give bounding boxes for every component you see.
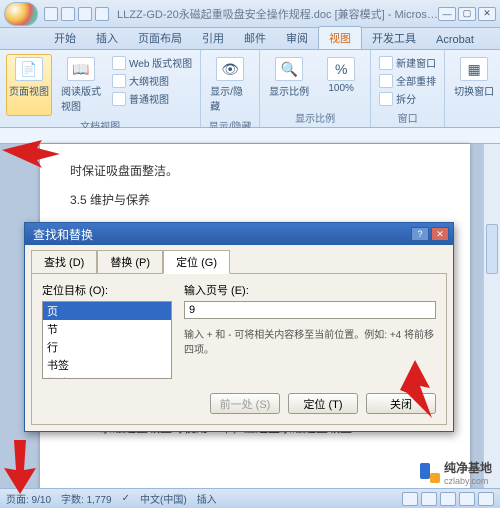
arrange-icon (379, 74, 393, 88)
newwin-button[interactable]: 新建窗口 (377, 54, 438, 71)
find-replace-dialog: 查找和替换 ? ✕ 查找 (D) 替换 (P) 定位 (G) 定位目标 (O):… (24, 222, 454, 432)
view-draft-icon[interactable] (478, 492, 494, 506)
showhide-label: 显示/隐藏 (210, 83, 250, 113)
reading-view-label: 阅读版式视图 (61, 83, 101, 113)
tab-mail[interactable]: 邮件 (234, 27, 276, 49)
outline-button[interactable]: 大纲视图 (110, 72, 194, 89)
showhide-button[interactable]: 👁 显示/隐藏 (207, 54, 253, 116)
goto-target-listbox[interactable]: 页 节 行 书签 批注 脚注 (42, 301, 172, 379)
status-bar: 页面: 9/10 字数: 1,779 ✓ 中文(中国) 插入 (0, 488, 500, 508)
group-zoom-label: 显示比例 (266, 108, 364, 125)
split-icon (379, 92, 393, 106)
status-check[interactable]: ✓ (122, 493, 130, 504)
hundred-label: 100% (328, 83, 354, 94)
doc-line-2: 3.5 维护与保养 (70, 189, 440, 212)
group-window-label: 窗口 (377, 108, 438, 125)
status-language[interactable]: 中文(中国) (140, 491, 187, 506)
tab-start[interactable]: 开始 (44, 27, 86, 49)
vertical-scrollbar[interactable] (483, 144, 500, 488)
watermark-brand: 纯净基地 (444, 459, 492, 476)
dialog-close-button[interactable]: ✕ (431, 227, 449, 241)
dlg-tab-goto[interactable]: 定位 (G) (163, 250, 230, 274)
list-item-page[interactable]: 页 (43, 302, 171, 320)
switch-window-label: 切换窗口 (454, 83, 494, 98)
qat-undo-icon[interactable] (61, 7, 75, 21)
view-web-icon[interactable] (440, 492, 456, 506)
split-button[interactable]: 拆分 (377, 90, 438, 107)
switch-window-button[interactable]: ▦ 切换窗口 (451, 54, 497, 101)
showhide-icon: 👁 (216, 57, 244, 81)
view-fullscreen-icon[interactable] (421, 492, 437, 506)
dialog-title: 查找和替换 (33, 226, 93, 243)
ribbon: 📄 页面视图 📖 阅读版式视图 Web 版式视图 大纲视图 普通视图 文档视图 … (0, 50, 500, 128)
list-item-section[interactable]: 节 (43, 320, 171, 338)
quick-access-toolbar (44, 7, 109, 21)
dlg-tab-find[interactable]: 查找 (D) (31, 250, 97, 274)
scrollbar-thumb[interactable] (486, 224, 498, 274)
tab-view[interactable]: 视图 (318, 26, 362, 49)
status-words[interactable]: 字数: 1,779 (61, 491, 112, 506)
horizontal-ruler[interactable] (0, 128, 500, 144)
doc-line-1: 时保证吸盘面整洁。 (70, 160, 440, 183)
hundred-icon: % (327, 57, 355, 81)
outline-icon (112, 74, 126, 88)
list-item-bookmark[interactable]: 书签 (43, 356, 171, 374)
tab-layout[interactable]: 页面布局 (128, 27, 192, 49)
arrange-button[interactable]: 全部重排 (377, 72, 438, 89)
page-number-label: 输入页号 (E): (184, 282, 436, 298)
qat-more-icon[interactable] (95, 7, 109, 21)
zoom-button[interactable]: 🔍 显示比例 (266, 54, 312, 101)
goto-button[interactable]: 定位 (T) (288, 393, 358, 414)
tab-insert[interactable]: 插入 (86, 27, 128, 49)
maximize-button[interactable]: ▢ (458, 7, 476, 21)
status-page[interactable]: 页面: 9/10 (6, 491, 51, 506)
dialog-help-button[interactable]: ? (411, 227, 429, 241)
normal-view-icon (112, 92, 126, 106)
tab-acrobat[interactable]: Acrobat (426, 31, 484, 49)
dlg-tab-replace[interactable]: 替换 (P) (97, 250, 163, 274)
switch-window-icon: ▦ (460, 57, 488, 81)
window-title: LLZZ-GD-20永磁起重吸盘安全操作规程.doc [兼容模式] - Micr… (117, 6, 438, 22)
web-layout-button[interactable]: Web 版式视图 (110, 54, 194, 71)
close-dialog-button[interactable]: 关闭 (366, 393, 436, 414)
goto-hint-text: 输入 + 和 - 可将相关内容移至当前位置。例如: +4 将前移四项。 (184, 326, 436, 356)
qat-redo-icon[interactable] (78, 7, 92, 21)
normal-view-button[interactable]: 普通视图 (110, 90, 194, 107)
reading-view-button[interactable]: 📖 阅读版式视图 (58, 54, 104, 116)
zoom-label: 显示比例 (269, 83, 309, 98)
tab-ref[interactable]: 引用 (192, 27, 234, 49)
status-mode[interactable]: 插入 (197, 491, 217, 506)
zoom-icon: 🔍 (275, 57, 303, 81)
web-layout-icon (112, 56, 126, 70)
page-view-button[interactable]: 📄 页面视图 (6, 54, 52, 116)
page-number-input[interactable] (184, 301, 436, 319)
office-button[interactable] (4, 2, 38, 26)
close-button[interactable]: ✕ (478, 7, 496, 21)
watermark-url: czlaby.com (444, 476, 492, 486)
qat-save-icon[interactable] (44, 7, 58, 21)
tab-review[interactable]: 审阅 (276, 27, 318, 49)
view-print-layout-icon[interactable] (402, 492, 418, 506)
newwin-icon (379, 56, 393, 70)
page-view-icon: 📄 (15, 57, 43, 81)
page-view-label: 页面视图 (9, 83, 49, 98)
reading-view-icon: 📖 (67, 57, 95, 81)
tab-dev[interactable]: 开发工具 (362, 27, 426, 49)
ribbon-tabs: 开始 插入 页面布局 引用 邮件 审阅 视图 开发工具 Acrobat (0, 28, 500, 50)
prev-button: 前一处 (S) (210, 393, 280, 414)
watermark-logo-icon (420, 463, 440, 483)
watermark: 纯净基地 czlaby.com (420, 459, 492, 486)
hundred-button[interactable]: % 100% (318, 54, 364, 101)
list-item-line[interactable]: 行 (43, 338, 171, 356)
goto-target-label: 定位目标 (O): (42, 282, 172, 298)
list-item-comment[interactable]: 批注 (43, 374, 171, 379)
view-outline-icon[interactable] (459, 492, 475, 506)
minimize-button[interactable]: — (438, 7, 456, 21)
